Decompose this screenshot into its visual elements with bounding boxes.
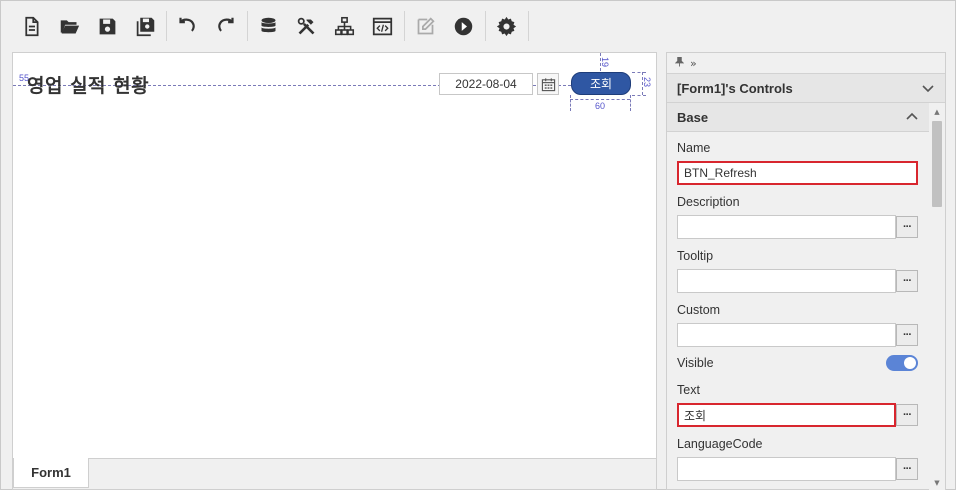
prop-text-field[interactable]: 조회 [677,403,896,427]
prop-description-ellipsis-button[interactable]: ··· [896,216,918,238]
guide-width-line [570,99,630,100]
collapse-panel-icon[interactable]: » [690,57,697,70]
search-button[interactable]: 조회 [571,72,631,95]
section-base-header[interactable]: Base [667,103,929,132]
scroll-up-icon[interactable]: ▲ [932,107,942,117]
prop-name-label: Name [677,141,711,155]
toolbar-separator [404,11,405,41]
calendar-icon[interactable] [537,73,559,95]
tools-icon[interactable] [291,11,321,41]
toolbar [1,1,955,49]
open-folder-icon[interactable] [54,11,84,41]
properties-panel: » [Form1]'s Controls Base ▲ ▼ Name BTN_R… [666,52,946,490]
scroll-down-icon[interactable]: ▼ [932,478,942,488]
prop-languagecode-label: LanguageCode [677,437,763,451]
panel-scrollbar[interactable]: ▲ ▼ [929,103,945,490]
prop-custom-field[interactable] [677,323,896,347]
toolbar-separator [166,11,167,41]
database-icon[interactable] [253,11,283,41]
toolbar-separator [528,11,529,41]
toolbar-separator [247,11,248,41]
prop-description-field[interactable] [677,215,896,239]
prop-text-ellipsis-button[interactable]: ··· [896,404,918,426]
prop-description-label: Description [677,195,740,209]
code-view-icon[interactable] [367,11,397,41]
settings-icon[interactable] [491,11,521,41]
chevron-up-icon[interactable] [905,110,919,127]
app-window: 55 영업 실적 현황 2022-08-04 19 조회 60 23 Form1… [0,0,956,490]
guide-top-value: 19 [600,57,610,68]
guide-height-top [632,72,646,73]
prop-name-field[interactable]: BTN_Refresh [677,161,918,185]
new-file-icon[interactable] [16,11,46,41]
save-icon[interactable] [92,11,122,41]
date-input[interactable]: 2022-08-04 [439,73,533,95]
pin-icon[interactable] [674,56,685,70]
hierarchy-icon[interactable] [329,11,359,41]
prop-tooltip-label: Tooltip [677,249,714,263]
panel-header[interactable]: [Form1]'s Controls [667,73,945,103]
edit-icon[interactable] [410,11,440,41]
form-designer-canvas[interactable]: 55 영업 실적 현황 2022-08-04 19 조회 60 23 Form1 [12,52,657,490]
prop-text-label: Text [677,383,700,397]
form-tab-bar: Form1 [13,458,656,489]
guide-width-value: 60 [595,101,606,111]
guide-height-value: 23 [642,77,652,88]
undo-icon[interactable] [172,11,202,41]
prop-languagecode-field[interactable] [677,457,896,481]
run-icon[interactable] [448,11,478,41]
scroll-thumb[interactable] [932,121,942,207]
redo-icon[interactable] [210,11,240,41]
tab-form1[interactable]: Form1 [13,458,89,488]
guide-width-right [630,95,631,111]
prop-tooltip-field[interactable] [677,269,896,293]
prop-languagecode-ellipsis-button[interactable]: ··· [896,458,918,480]
section-title: Base [677,109,709,125]
guide-height-bottom [632,95,646,96]
chevron-down-icon[interactable] [921,81,935,98]
toolbar-separator [485,11,486,41]
prop-tooltip-ellipsis-button[interactable]: ··· [896,270,918,292]
prop-custom-ellipsis-button[interactable]: ··· [896,324,918,346]
prop-custom-label: Custom [677,303,721,317]
panel-title: [Form1]'s Controls [677,80,793,96]
form-title-label[interactable]: 영업 실적 현황 [27,71,149,98]
panel-pin-bar: » [667,53,945,73]
prop-visible-toggle[interactable] [886,355,918,371]
save-all-icon[interactable] [130,11,160,41]
prop-visible-label: Visible [677,356,714,370]
guide-width-left [570,95,571,111]
